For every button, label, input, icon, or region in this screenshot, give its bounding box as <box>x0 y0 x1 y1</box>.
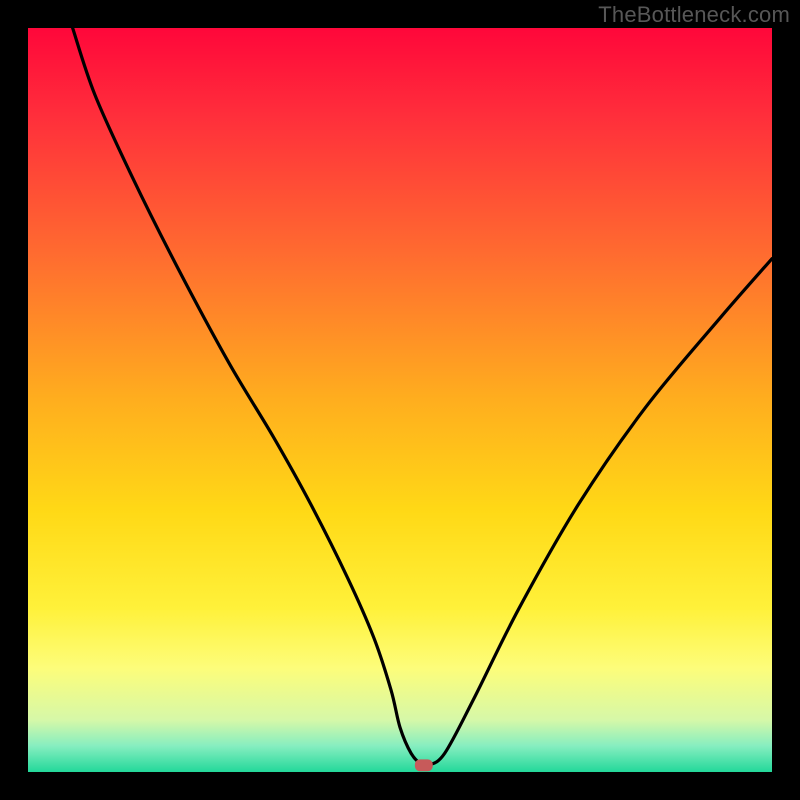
bottleneck-chart <box>28 28 772 772</box>
chart-frame: TheBottleneck.com <box>0 0 800 800</box>
watermark-text: TheBottleneck.com <box>598 2 790 28</box>
plot-area <box>28 28 772 772</box>
gradient-background <box>28 28 772 772</box>
selected-point-marker <box>415 759 433 771</box>
